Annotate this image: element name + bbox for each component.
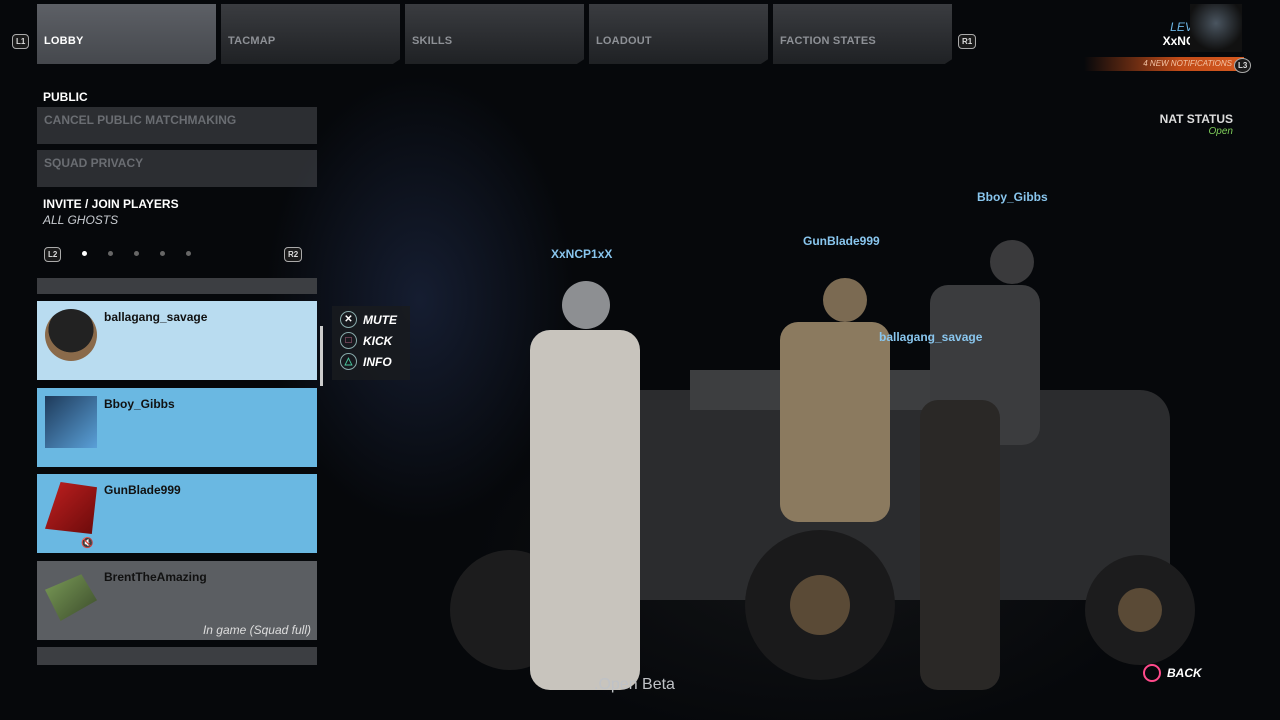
r2-button-icon: R2 — [284, 247, 303, 262]
player-row[interactable]: BrentTheAmazing In game (Squad full) — [37, 561, 317, 640]
back-label: BACK — [1167, 666, 1202, 680]
tab-loadout[interactable]: LOADOUT — [589, 4, 768, 64]
page-dot — [134, 251, 139, 256]
l1-button-icon: L1 — [12, 34, 30, 49]
player-row-name: ballagang_savage — [104, 310, 208, 324]
squad-privacy-button[interactable]: SQUAD PRIVACY — [37, 150, 317, 187]
page-indicator — [82, 251, 191, 256]
section-title-public: PUBLIC — [43, 90, 88, 104]
tab-faction-states[interactable]: FACTION STATES — [773, 4, 952, 64]
avatar — [45, 396, 97, 448]
list-scrollbar[interactable] — [320, 326, 323, 386]
player-context-menu: ✕ MUTE □ KICK △ INFO — [332, 306, 410, 380]
nat-status-title: NAT STATUS — [1159, 112, 1233, 126]
list-scroll-up[interactable] — [37, 278, 317, 294]
back-button[interactable]: BACK — [1143, 664, 1202, 682]
player-row[interactable]: GunBlade999 🔇 — [37, 474, 317, 553]
invite-filter: ALL GHOSTS — [43, 213, 119, 227]
info-label: INFO — [363, 354, 392, 369]
triangle-button-icon: △ — [340, 353, 357, 370]
cancel-matchmaking-button[interactable]: CANCEL PUBLIC MATCHMAKING — [37, 107, 317, 144]
open-beta-watermark: .Open Beta — [594, 676, 675, 693]
cross-button-icon: ✕ — [340, 311, 357, 328]
kick-option[interactable]: □ KICK — [340, 332, 392, 349]
scene-nametag: ballagang_savage — [879, 330, 983, 344]
info-option[interactable]: △ INFO — [340, 353, 392, 370]
nat-status-value: Open — [1208, 126, 1233, 137]
page-dot — [186, 251, 191, 256]
circle-button-icon — [1143, 664, 1161, 682]
top-tab-bar: LOBBY TACMAP SKILLS LOADOUT FACTION STAT… — [37, 4, 952, 64]
nat-status: NAT STATUS Open — [1160, 112, 1233, 137]
player-avatar[interactable] — [1190, 4, 1242, 52]
invite-join-players[interactable]: INVITE / JOIN PLAYERS — [43, 197, 179, 211]
scene-nametag: XxNCP1xX — [551, 247, 613, 261]
page-dot — [160, 251, 165, 256]
player-row-name: BrentTheAmazing — [104, 570, 207, 584]
player-row-name: Bboy_Gibbs — [104, 397, 175, 411]
mute-option[interactable]: ✕ MUTE — [340, 311, 397, 328]
notifications-banner[interactable]: 4 NEW NOTIFICATIONS — [1084, 57, 1244, 71]
muted-icon: 🔇 — [81, 538, 94, 549]
avatar — [45, 574, 97, 621]
mute-label: MUTE — [363, 312, 397, 327]
avatar — [45, 482, 97, 534]
l2-button-icon: L2 — [44, 247, 62, 262]
tab-skills[interactable]: SKILLS — [405, 4, 584, 64]
scene-nametag: Bboy_Gibbs — [977, 190, 1048, 204]
list-scroll-down[interactable] — [37, 647, 317, 665]
tab-lobby[interactable]: LOBBY — [37, 4, 216, 64]
square-button-icon: □ — [340, 332, 357, 349]
tab-tacmap[interactable]: TACMAP — [221, 4, 400, 64]
page-dot — [108, 251, 113, 256]
avatar — [45, 309, 97, 361]
player-row-status: In game (Squad full) — [202, 623, 311, 637]
player-row[interactable]: Bboy_Gibbs — [37, 388, 317, 467]
scene-nametag: GunBlade999 — [803, 234, 880, 248]
r1-button-icon: R1 — [958, 34, 977, 49]
kick-label: KICK — [363, 333, 393, 348]
player-row[interactable]: ballagang_savage — [37, 301, 317, 380]
player-row-name: GunBlade999 — [104, 483, 181, 497]
page-dot — [82, 251, 87, 256]
